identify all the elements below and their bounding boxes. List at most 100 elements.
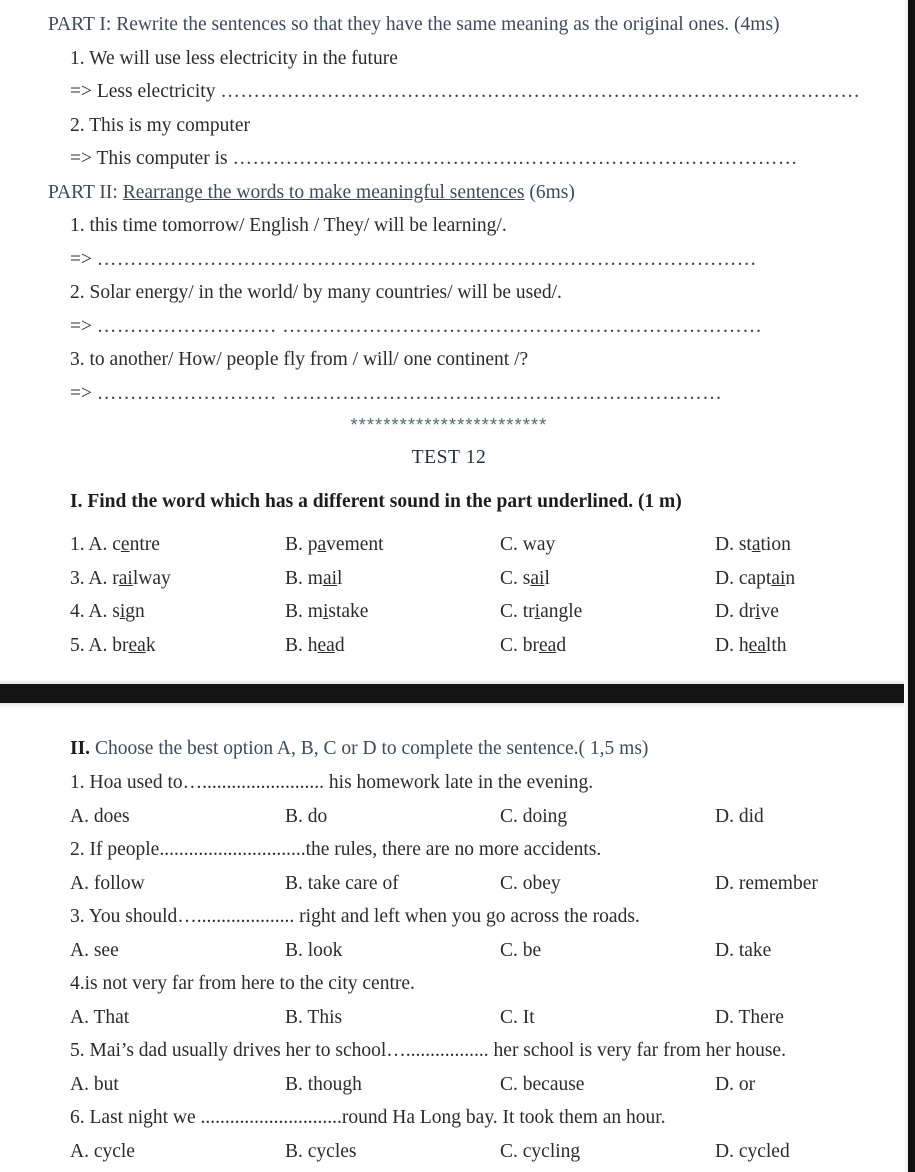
- part-2-question-3-prompt: 3. to another/ How/ people fly from / wi…: [0, 343, 908, 377]
- pronunciation-option-d[interactable]: D. captain: [715, 562, 915, 596]
- mcq-option-c[interactable]: C. obey: [500, 867, 715, 901]
- part-1-question-2-prompt: 2. This is my computer: [0, 109, 908, 143]
- dotted-blank[interactable]: ……………………………………………………………………………………: [220, 81, 860, 102]
- dotted-blank[interactable]: ……………………… …………………………………………………………: [97, 383, 722, 404]
- part-1-question-2-answer-line[interactable]: => This computer is …………………………………….………………: [0, 142, 908, 176]
- mcq-option-row: A. does B. do C. doing D. did: [0, 800, 908, 834]
- part-2-heading: PART II: Rearrange the words to make mea…: [0, 176, 908, 210]
- part-1-question-1-prompt: 1. We will use less electricity in the f…: [0, 42, 908, 76]
- test-title: TEST 12: [411, 447, 487, 468]
- mcq-option-b[interactable]: B. cycles: [285, 1135, 500, 1169]
- pronunciation-option-b[interactable]: B. pavement: [285, 528, 500, 562]
- mcq-option-c[interactable]: C. It: [500, 1001, 715, 1035]
- part-2-question-1-prompt: 1. this time tomorrow/ English / They/ w…: [0, 209, 908, 243]
- part-II-label: II.: [70, 738, 91, 759]
- part-1-heading-text: PART I: Rewrite the sentences so that th…: [48, 14, 780, 35]
- pronunciation-option-d[interactable]: D. health: [715, 629, 915, 663]
- pronunciation-option-a[interactable]: 4. A. sign: [70, 595, 285, 629]
- question-text: 2. Solar energy/ in the world/ by many c…: [70, 282, 562, 303]
- upper-page-content: PART I: Rewrite the sentences so that th…: [0, 0, 908, 662]
- mcq-option-c[interactable]: C. doing: [500, 800, 715, 834]
- question-text: 3. to another/ How/ people fly from / wi…: [70, 349, 529, 370]
- part-II-instruction-text: Choose the best option A, B, C or D to c…: [94, 738, 649, 759]
- part-1-question-1-answer-line[interactable]: => Less electricity ………………………………………………………: [0, 75, 908, 109]
- pronunciation-option-c[interactable]: C. sail: [500, 562, 715, 596]
- scanned-worksheet-page: PART I: Rewrite the sentences so that th…: [0, 0, 915, 1172]
- answer-lead-text: => This computer is: [70, 148, 228, 169]
- pronunciation-row: 1. A. centre B. pavement C. way D. station: [0, 528, 908, 562]
- mcq-option-a[interactable]: A. but: [70, 1068, 285, 1102]
- pronunciation-option-c[interactable]: C. way: [500, 528, 715, 562]
- mcq-option-c[interactable]: C. be: [500, 934, 715, 968]
- mcq-option-a[interactable]: A. see: [70, 934, 285, 968]
- mcq-option-a[interactable]: A. follow: [70, 867, 285, 901]
- dotted-blank[interactable]: …………………………………….……………………………………: [232, 148, 797, 169]
- pronunciation-option-c[interactable]: C. bread: [500, 629, 715, 663]
- mcq-option-d[interactable]: D. There: [715, 1001, 915, 1035]
- mcq-option-row: A. but B. though C. because D. or: [0, 1068, 908, 1102]
- mcq-option-d[interactable]: D. take: [715, 934, 915, 968]
- part-2-heading-label: PART II:: [48, 181, 118, 203]
- mcq-option-row: A. cycle B. cycles C. cycling D. cycled: [0, 1135, 908, 1169]
- part-2-question-2-answer-line[interactable]: => ……………………… ………………………………………………………………: [0, 310, 908, 344]
- pronunciation-option-b[interactable]: B. mistake: [285, 595, 500, 629]
- multiple-choice-question-list: 1. Hoa used to….........................…: [0, 766, 908, 1168]
- part-2-question-3-answer-line[interactable]: => ……………………… …………………………………………………………: [0, 377, 908, 411]
- mcq-stem: 4.is not very far from here to the city …: [70, 973, 415, 994]
- dotted-blank[interactable]: ……………………… ………………………………………………………………: [97, 316, 762, 337]
- part-I-instruction: I. Find the word which has a different s…: [70, 491, 682, 512]
- dotted-blank[interactable]: ………………………………………………………………………………………: [97, 249, 757, 270]
- answer-lead-text: =>: [70, 248, 92, 270]
- pronunciation-option-a[interactable]: 3. A. railway: [70, 562, 285, 596]
- part-II-instruction: II. Choose the best option A, B, C or D …: [0, 732, 908, 766]
- question-text: 2. This is my computer: [70, 114, 251, 136]
- part-1-heading: PART I: Rewrite the sentences so that th…: [0, 8, 908, 42]
- mcq-option-row: A. follow B. take care of C. obey D. rememb…: [0, 867, 908, 901]
- pronunciation-question-list: 1. A. centre B. pavement C. way D. station 3…: [0, 528, 908, 662]
- pronunciation-row: 4. A. sign B. mistake C. triangle D. drive: [0, 595, 908, 629]
- mcq-option-b[interactable]: B. though: [285, 1068, 500, 1102]
- mcq-option-d[interactable]: D. cycled: [715, 1135, 915, 1169]
- mcq-option-row: A. That B. This C. It D. There: [0, 1001, 908, 1035]
- pronunciation-option-a[interactable]: 1. A. centre: [70, 528, 285, 562]
- pronunciation-option-c[interactable]: C. triangle: [500, 595, 715, 629]
- mcq-stem: 1. Hoa used to….........................…: [70, 772, 594, 793]
- mcq-option-d[interactable]: D. or: [715, 1068, 915, 1102]
- mcq-option-a[interactable]: A. That: [70, 1001, 285, 1035]
- mcq-option-d[interactable]: D. did: [715, 800, 915, 834]
- mcq-option-b[interactable]: B. look: [285, 934, 500, 968]
- mcq-option-b[interactable]: B. do: [285, 800, 500, 834]
- question-text: 1. this time tomorrow/ English / They/ w…: [70, 215, 507, 236]
- pronunciation-row: 3. A. railway B. mail C. sail D. captain: [0, 562, 908, 596]
- mcq-option-c[interactable]: C. cycling: [500, 1135, 715, 1169]
- mcq-option-row: A. see B. look C. be D. take: [0, 934, 908, 968]
- pronunciation-row: 5. A. break B. head C. bread D. health: [0, 629, 908, 663]
- mcq-stem: 6. Last night we .......................…: [70, 1107, 666, 1128]
- mcq-option-b[interactable]: B. This: [285, 1001, 500, 1035]
- page-break-band: [0, 684, 915, 703]
- pronunciation-option-b[interactable]: B. head: [285, 629, 500, 663]
- pronunciation-option-d[interactable]: D. station: [715, 528, 915, 562]
- section-divider-stars: ************************: [350, 415, 548, 435]
- answer-lead-text: =>: [70, 315, 92, 337]
- lower-page-content: II. Choose the best option A, B, C or D …: [0, 708, 908, 1168]
- mcq-stem: 2. If people............................…: [70, 839, 602, 860]
- mcq-option-b[interactable]: B. take care of: [285, 867, 500, 901]
- pronunciation-option-d[interactable]: D. drive: [715, 595, 915, 629]
- part-2-heading-underlined-text: Rearrange the words to make meaningful s…: [122, 181, 525, 203]
- mcq-option-c[interactable]: C. because: [500, 1068, 715, 1102]
- mcq-option-a[interactable]: A. cycle: [70, 1135, 285, 1169]
- answer-lead-text: =>: [70, 382, 92, 404]
- part-2-question-1-answer-line[interactable]: => ………………………………………………………………………………………: [0, 243, 908, 277]
- part-2-heading-marks: (6ms): [529, 181, 575, 203]
- pronunciation-option-a[interactable]: 5. A. break: [70, 629, 285, 663]
- question-text: 1. We will use less electricity in the f…: [70, 47, 398, 69]
- answer-lead-text: => Less electricity: [70, 81, 216, 102]
- mcq-option-d[interactable]: D. remember: [715, 867, 915, 901]
- scan-edge-right: [908, 0, 915, 1172]
- mcq-option-a[interactable]: A. does: [70, 800, 285, 834]
- mcq-stem: 3. You should….................... right…: [70, 906, 640, 927]
- pronunciation-option-b[interactable]: B. mail: [285, 562, 500, 596]
- mcq-stem: 5. Mai’s dad usually drives her to schoo…: [70, 1040, 786, 1061]
- part-2-question-2-prompt: 2. Solar energy/ in the world/ by many c…: [0, 276, 908, 310]
